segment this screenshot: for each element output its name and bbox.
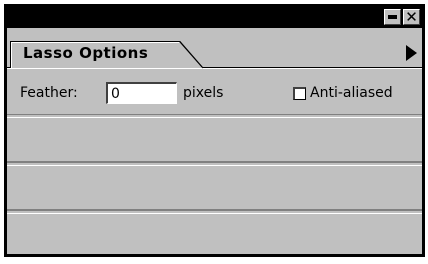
empty-option-row	[7, 213, 422, 254]
options-row: Feather: pixels Anti-aliased	[7, 74, 422, 115]
empty-option-row	[7, 165, 422, 211]
tab-row: Lasso Options	[7, 28, 422, 70]
minimize-icon	[388, 15, 397, 19]
tab-label: Lasso Options	[23, 44, 149, 62]
feather-input[interactable]	[106, 82, 177, 104]
empty-option-row	[7, 117, 422, 163]
close-button[interactable]: ✕	[403, 8, 420, 26]
palette-title-bar[interactable]: ✕	[7, 7, 422, 28]
palette-menu-button[interactable]	[403, 43, 419, 63]
feather-label: Feather:	[20, 85, 78, 101]
anti-aliased-label[interactable]: Anti-aliased	[310, 85, 393, 101]
minimize-button[interactable]	[384, 9, 401, 25]
triangle-right-icon	[406, 45, 417, 61]
lasso-options-palette: ✕ Lasso Options Feather: pixels Anti-ali…	[4, 4, 425, 257]
feather-units-label: pixels	[183, 85, 224, 101]
close-icon: ✕	[405, 8, 418, 26]
anti-aliased-checkbox[interactable]	[293, 87, 306, 100]
